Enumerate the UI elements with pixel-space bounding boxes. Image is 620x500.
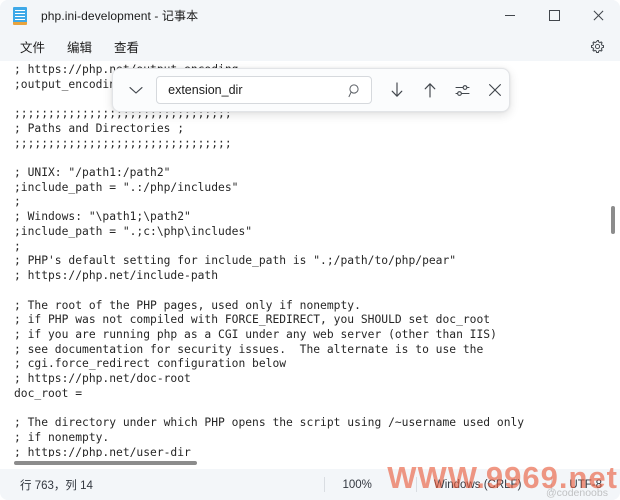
horizontal-scrollbar[interactable] [0,457,606,469]
find-expand-button[interactable] [119,75,152,105]
window-controls [488,0,620,31]
find-previous-button[interactable] [416,75,444,105]
find-options-button[interactable] [449,75,477,105]
find-bar [112,68,510,112]
minimize-button[interactable] [488,0,532,31]
line-ending[interactable]: Windows (CRLF) [434,479,522,491]
zoom-level[interactable]: 100% [342,479,371,491]
minimize-icon [505,15,515,16]
status-divider [415,477,417,492]
arrow-down-icon [392,82,403,97]
find-input-wrapper[interactable] [156,76,372,104]
window-title: php.ini-development - 记事本 [41,9,199,23]
vertical-scrollbar[interactable] [606,61,620,469]
editor-content[interactable]: ; https://php.net/output-encoding ;outpu… [14,63,524,469]
chevron-down-icon [128,86,143,94]
editor-text-before: ; https://php.net/output-encoding ;outpu… [14,63,525,469]
close-button[interactable] [576,0,620,31]
status-divider [324,477,326,492]
title-bar: php.ini-development - 记事本 [0,0,620,31]
cursor-position[interactable]: 行 763，列 14 [20,477,93,493]
status-divider [551,477,553,492]
settings-button[interactable] [586,35,608,57]
find-input[interactable] [168,83,365,97]
find-close-button[interactable] [481,75,509,105]
close-icon [593,10,604,21]
close-icon [489,84,502,96]
arrow-up-icon [424,83,436,98]
maximize-icon [548,10,560,21]
menu-edit[interactable]: 编辑 [59,33,100,60]
find-next-button[interactable] [384,75,412,105]
status-bar: 行 763，列 14 100% Windows (CRLF) UTF-8 [0,469,620,500]
search-icon [348,83,362,103]
notepad-window: php.ini-development - 记事本 文件 编辑 查看 ; ;ou… [0,0,620,500]
vertical-scrollbar-thumb[interactable] [611,206,615,234]
gear-icon [590,39,604,53]
menu-view[interactable]: 查看 [106,33,147,60]
menu-file[interactable]: 文件 [12,33,53,60]
sliders-icon [455,84,470,96]
maximize-button[interactable] [532,0,576,31]
menu-bar: 文件 编辑 查看 [0,31,620,61]
encoding[interactable]: UTF-8 [569,479,602,491]
horizontal-scrollbar-thumb[interactable] [14,461,197,465]
text-editor-area[interactable]: ; https://php.net/output-encoding ;outpu… [0,61,620,469]
notepad-icon [12,6,28,25]
